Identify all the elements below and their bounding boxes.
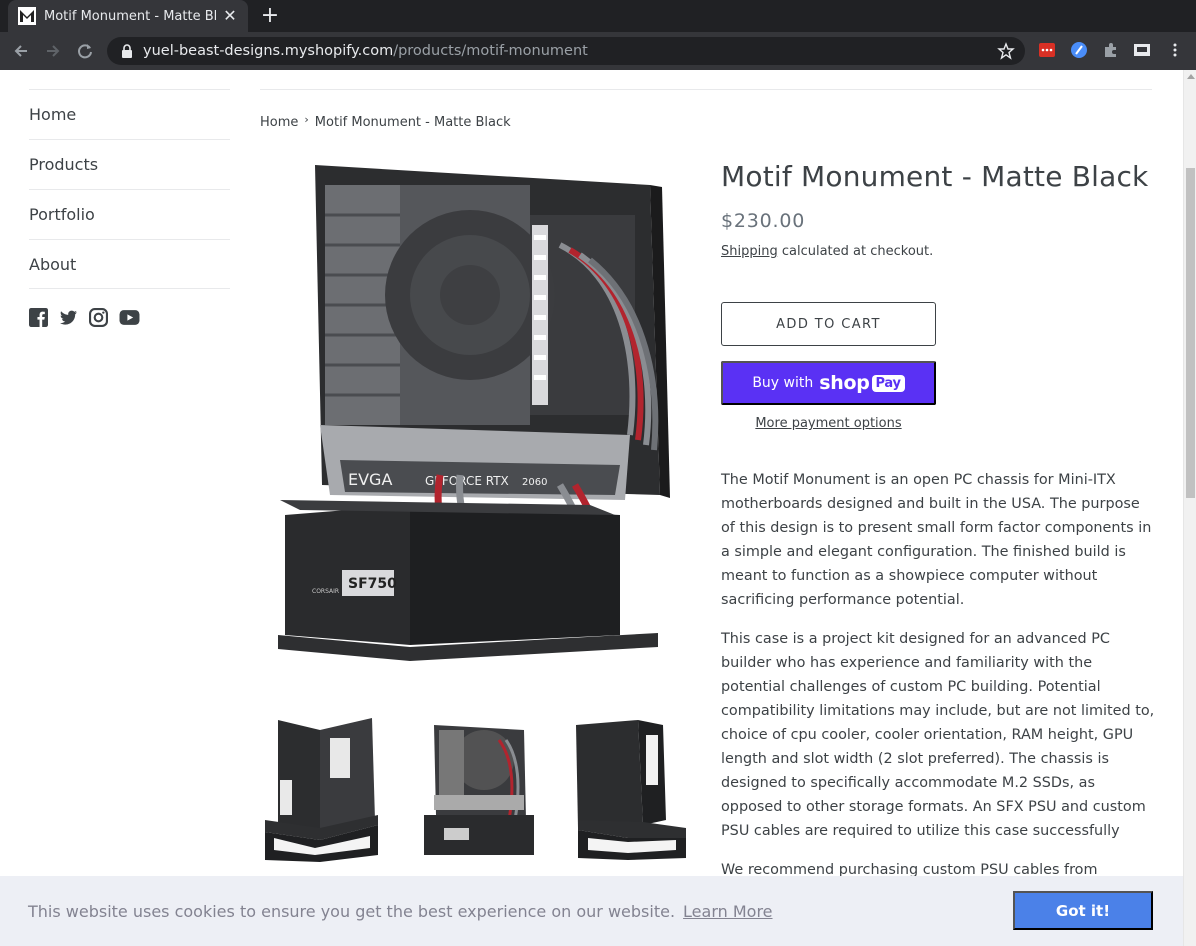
shipping-note-text: calculated at checkout. <box>777 244 934 259</box>
instagram-icon[interactable] <box>89 308 108 327</box>
site-favicon-icon <box>18 7 36 25</box>
url-path: /products/motif-monument <box>393 43 588 59</box>
description-paragraph-1: The Motif Monument is an open PC chassis… <box>721 472 1152 608</box>
browser-toolbar: yuel-beast-designs.myshopify.com/product… <box>0 32 1196 70</box>
product-thumbnail-1[interactable] <box>260 710 388 865</box>
cookie-learn-more-link[interactable]: Learn More <box>683 902 772 921</box>
sidebar-item-home[interactable]: Home <box>29 89 230 139</box>
breadcrumb-separator: › <box>304 113 309 126</box>
shop-pay-badge: Pay <box>871 374 905 392</box>
shop-logo-text: shop <box>819 372 870 394</box>
profile-avatar-icon[interactable] <box>1133 41 1151 59</box>
sidebar-item-about[interactable]: About <box>29 239 230 289</box>
product-description: The Motif Monument is an open PC chassis… <box>721 468 1157 897</box>
scroll-up-arrow-icon[interactable] <box>1187 74 1195 79</box>
scrollbar-thumb[interactable] <box>1186 168 1195 498</box>
psu-model-label: SF750 <box>348 576 397 592</box>
shipping-link[interactable]: Shipping <box>721 244 778 259</box>
facebook-icon[interactable] <box>29 308 48 327</box>
product-main-image[interactable]: EVGA GEFORCE RTX 2060 CORSAIR SF750 <box>260 155 690 675</box>
buy-with-shop-pay-button[interactable]: Buy with shop Pay <box>721 361 936 405</box>
reload-icon[interactable] <box>74 40 96 62</box>
new-tab-icon[interactable]: + <box>258 4 282 28</box>
description-paragraph-2: This case is a project kit designed for … <box>721 631 1155 839</box>
cookie-banner: This website uses cookies to ensure you … <box>0 876 1183 946</box>
social-links <box>29 308 230 327</box>
product-price: $230.00 <box>721 210 806 232</box>
url-host: yuel-beast-designs.myshopify.com <box>143 43 394 59</box>
product-title: Motif Monument - Matte Black <box>721 160 1149 193</box>
buy-with-label: Buy with <box>752 375 814 391</box>
extension-blue-icon[interactable] <box>1070 41 1088 59</box>
browser-tab-active[interactable]: Motif Monument - Matte Bl ✕ <box>8 0 248 32</box>
page-scrollbar[interactable] <box>1183 70 1196 946</box>
more-payment-options-link[interactable]: More payment options <box>721 416 936 431</box>
forward-arrow-icon[interactable] <box>42 40 64 62</box>
back-arrow-icon[interactable] <box>10 40 32 62</box>
header-divider <box>260 89 1152 90</box>
bookmark-star-icon[interactable] <box>997 42 1015 60</box>
cookie-dismiss-button[interactable]: Got it! <box>1013 891 1153 930</box>
shop-pay-logo: shop Pay <box>819 372 905 394</box>
breadcrumb-home-link[interactable]: Home <box>260 115 298 130</box>
product-thumbnail-3[interactable] <box>568 710 696 865</box>
youtube-icon[interactable] <box>119 308 140 327</box>
address-bar[interactable]: yuel-beast-designs.myshopify.com/product… <box>107 37 1025 65</box>
extensions-puzzle-icon[interactable] <box>1102 41 1120 59</box>
page-content: Home Products Portfolio About Home › Mot… <box>0 70 1183 946</box>
cookie-message: This website uses cookies to ensure you … <box>28 901 676 921</box>
gpu-number-label: 2060 <box>522 477 547 488</box>
extension-red-icon[interactable] <box>1038 41 1056 59</box>
psu-brand-label: CORSAIR <box>312 588 339 595</box>
sidebar-nav: Home Products Portfolio About <box>29 89 230 327</box>
breadcrumb: Home › Motif Monument - Matte Black <box>260 113 511 130</box>
tab-close-icon[interactable]: ✕ <box>220 7 240 25</box>
browser-tab-bar: Motif Monument - Matte Bl ✕ + <box>0 0 1196 32</box>
breadcrumb-current: Motif Monument - Matte Black <box>314 115 511 130</box>
add-to-cart-button[interactable]: ADD TO CART <box>721 302 936 346</box>
product-thumbnail-2[interactable] <box>414 710 542 865</box>
sidebar-item-products[interactable]: Products <box>29 139 230 189</box>
browser-menu-icon[interactable] <box>1166 41 1184 59</box>
gpu-brand-label: EVGA <box>348 470 392 489</box>
lock-icon <box>122 44 132 58</box>
shipping-note: Shipping calculated at checkout. <box>721 244 933 259</box>
tab-title: Motif Monument - Matte Bl <box>44 8 216 24</box>
twitter-icon[interactable] <box>59 308 78 327</box>
sidebar-item-portfolio[interactable]: Portfolio <box>29 189 230 239</box>
